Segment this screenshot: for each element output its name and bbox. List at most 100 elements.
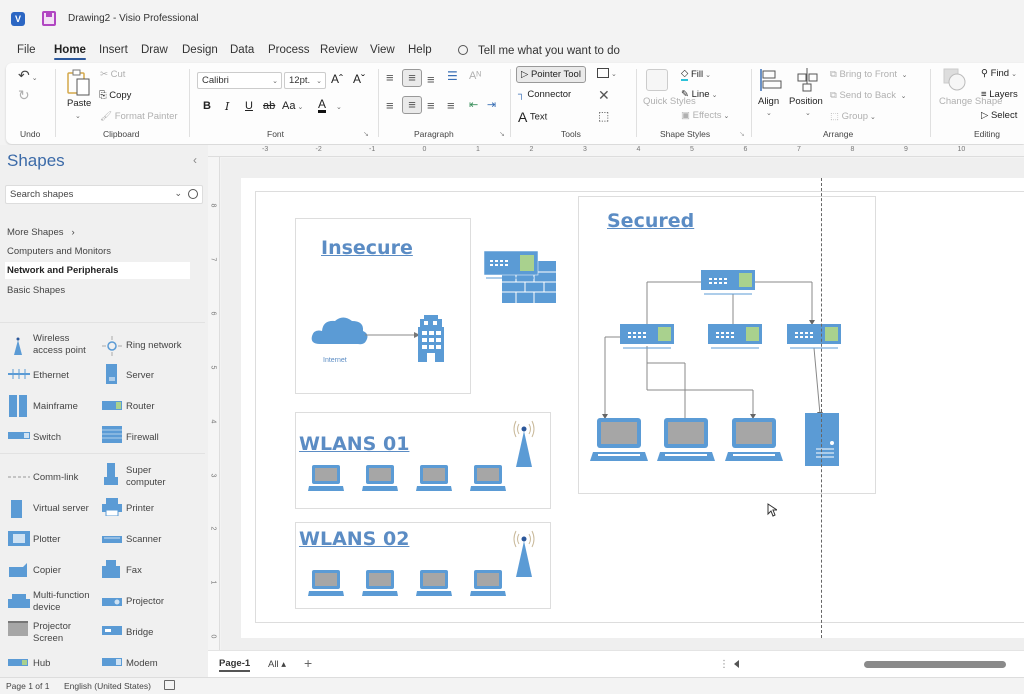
align-right-button[interactable]: ≡: [427, 98, 435, 113]
align-button[interactable]: Align: [758, 96, 779, 107]
add-page-button[interactable]: +: [304, 655, 312, 671]
all-pages-button[interactable]: All ▴: [268, 659, 286, 670]
rectangle-tool-button[interactable]: ⌄: [597, 68, 617, 79]
tab-help[interactable]: Help: [408, 44, 432, 56]
paste-dropdown[interactable]: ⌄: [73, 110, 81, 121]
shrink-font-button[interactable]: Aˇ: [353, 72, 365, 86]
font-family-select[interactable]: Calibri ⌄: [197, 72, 282, 89]
position-icon[interactable]: [795, 67, 821, 93]
text-tool-button[interactable]: A Text: [518, 109, 547, 125]
horizontal-scrollbar-thumb[interactable]: [864, 661, 1006, 668]
save-icon[interactable]: [42, 11, 56, 26]
strikethrough-button[interactable]: ab: [263, 100, 275, 112]
font-color-button[interactable]: A: [318, 98, 327, 113]
search-icon[interactable]: [188, 189, 198, 199]
stencil-computers-and-monitors[interactable]: Computers and Monitors: [7, 246, 111, 257]
font-size-select[interactable]: 12pt. ⌄: [284, 72, 326, 89]
change-case-button[interactable]: Aa ⌄: [282, 100, 303, 112]
paragraph-dialog-launcher[interactable]: ↘: [499, 130, 505, 138]
underline-button[interactable]: U: [245, 100, 253, 112]
pointer-tool-button[interactable]: ▷ Pointer Tool: [516, 66, 586, 84]
tab-home[interactable]: Home: [54, 44, 86, 60]
font-dialog-launcher[interactable]: ↘: [363, 130, 369, 138]
align-center-button[interactable]: ≡: [402, 96, 422, 114]
align-dropdown[interactable]: ⌄: [764, 107, 772, 118]
redo-button[interactable]: ↻: [18, 87, 30, 104]
tab-review[interactable]: Review: [320, 44, 358, 56]
tab-view[interactable]: View: [370, 44, 395, 56]
crop-tool-button[interactable]: ⬚: [598, 109, 609, 123]
stencil-basic-shapes[interactable]: Basic Shapes: [7, 285, 65, 296]
tab-design[interactable]: Design: [182, 44, 218, 56]
laptop-icon[interactable]: [362, 570, 398, 596]
scroll-left-arrow[interactable]: [734, 660, 739, 668]
undo-button[interactable]: ↶ ⌄: [18, 67, 38, 84]
italic-button[interactable]: I: [225, 100, 229, 113]
position-dropdown[interactable]: ⌄: [803, 107, 811, 118]
text-direction-button[interactable]: Aᴺ: [469, 70, 481, 82]
increase-indent-button[interactable]: ⇥: [487, 98, 496, 111]
align-middle-button[interactable]: ≡: [402, 69, 422, 87]
quick-styles-icon[interactable]: [646, 69, 668, 91]
paste-button[interactable]: Paste: [67, 98, 91, 109]
more-shapes-link[interactable]: More Shapes ›: [7, 227, 75, 238]
chevron-down-icon[interactable]: ⌄: [174, 188, 182, 199]
align-left-button[interactable]: ≡: [386, 98, 394, 113]
justify-button[interactable]: ≡: [447, 98, 455, 113]
scroll-splitter[interactable]: ⋮: [719, 659, 729, 670]
decrease-indent-button[interactable]: ⇤: [469, 98, 478, 111]
cloud-icon[interactable]: [310, 312, 370, 352]
insecure-heading[interactable]: Insecure: [321, 237, 413, 259]
layers-button[interactable]: ≡ Layers: [981, 89, 1018, 100]
connector-button[interactable]: ┐ Connector: [518, 89, 571, 100]
search-shapes-input[interactable]: Search shapes ⌄: [5, 185, 203, 204]
tell-me-search[interactable]: Tell me what you want to do: [458, 44, 620, 57]
align-top-button[interactable]: ≡: [386, 70, 394, 85]
tab-file[interactable]: File: [17, 44, 36, 56]
laptop-icon[interactable]: [308, 570, 344, 596]
group-button[interactable]: ⬚ Group ⌄: [830, 111, 876, 122]
laptop-icon[interactable]: [362, 465, 398, 491]
tab-data[interactable]: Data: [230, 44, 254, 56]
laptop-icon[interactable]: [470, 465, 506, 491]
format-painter-button[interactable]: 🖌︎ Format Painter: [100, 111, 178, 122]
laptop-icon[interactable]: [416, 570, 452, 596]
font-color-dropdown[interactable]: ⌄: [334, 101, 342, 112]
shape-styles-dialog-launcher[interactable]: ↘: [739, 130, 745, 138]
macro-record-icon[interactable]: [164, 680, 175, 690]
tab-page-1[interactable]: Page-1: [219, 658, 251, 672]
connector-arrow[interactable]: [365, 330, 420, 340]
position-button[interactable]: Position: [789, 96, 823, 107]
laptop-icon[interactable]: [470, 570, 506, 596]
fill-button[interactable]: ◇ Fill ⌄: [681, 68, 711, 81]
bold-button[interactable]: B: [203, 100, 211, 112]
paste-icon[interactable]: [66, 69, 92, 97]
bullets-button[interactable]: ☰: [447, 69, 458, 83]
tab-draw[interactable]: Draw: [141, 44, 168, 56]
wireless-access-point-icon[interactable]: [513, 420, 535, 467]
firewall-router-icon[interactable]: [484, 251, 558, 304]
find-button[interactable]: ⚲ Find ⌄: [981, 68, 1017, 79]
collapse-pane-icon[interactable]: ‹: [193, 153, 197, 167]
align-bottom-button[interactable]: ≡: [427, 72, 435, 87]
cut-button[interactable]: ✂ Cut: [100, 69, 125, 80]
tab-process[interactable]: Process: [268, 44, 310, 56]
connection-point-button[interactable]: ✕: [598, 87, 610, 104]
copy-button[interactable]: ⎘ Copy: [99, 90, 131, 101]
language-status[interactable]: English (United States): [64, 681, 151, 691]
tab-insert[interactable]: Insert: [99, 44, 128, 56]
stencil-network-and-peripherals[interactable]: Network and Peripherals: [5, 262, 190, 279]
line-button[interactable]: ✎ Line ⌄: [681, 89, 717, 100]
change-shape-icon[interactable]: [943, 68, 967, 92]
select-button[interactable]: ▷ Select: [981, 110, 1017, 121]
bring-to-front-button[interactable]: ⧉ Bring to Front ⌄: [830, 69, 908, 80]
wireless-access-point-icon[interactable]: [513, 530, 535, 577]
grow-font-button[interactable]: Aˆ: [331, 72, 343, 86]
page-count-status[interactable]: Page 1 of 1: [6, 681, 49, 691]
building-icon[interactable]: [416, 315, 446, 362]
laptop-icon[interactable]: [416, 465, 452, 491]
align-icon[interactable]: [758, 67, 784, 93]
laptop-icon[interactable]: [308, 465, 344, 491]
effects-button[interactable]: ▣ Effects ⌄: [681, 110, 729, 121]
send-to-back-button[interactable]: ⧉ Send to Back ⌄: [830, 90, 906, 101]
